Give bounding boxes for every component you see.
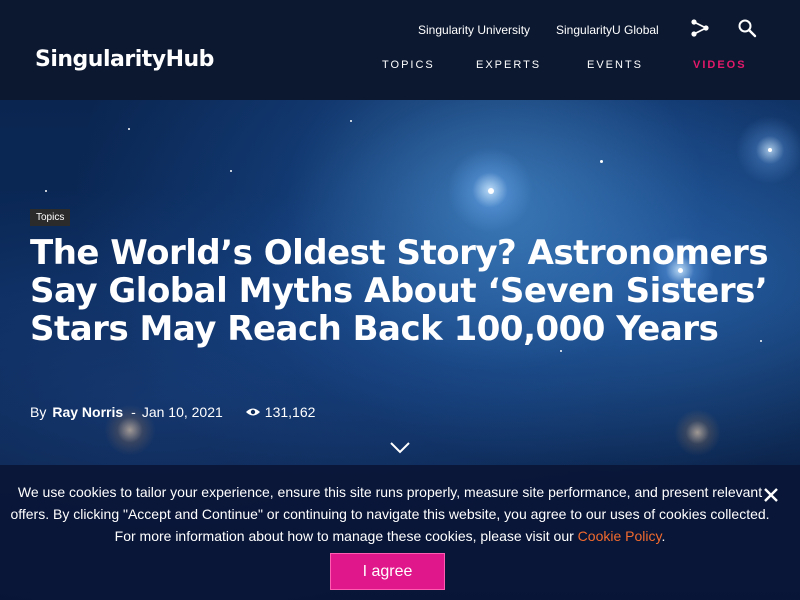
article-title: The World’s Oldest Story? Astronomers Sa… [30,233,769,349]
share-icon[interactable] [690,18,710,38]
singularity-university-link[interactable]: Singularity University [418,23,530,37]
search-icon[interactable] [737,18,757,38]
star [45,190,47,192]
author-link[interactable]: Ray Norris [52,404,123,420]
site-logo[interactable]: SingularityHub [35,47,214,72]
cookie-policy-link[interactable]: Cookie Policy [578,528,662,544]
category-tag[interactable]: Topics [30,209,71,226]
nav-topics[interactable]: TOPICS [382,59,435,71]
publish-date: Jan 10, 2021 [141,404,223,420]
cookie-banner: We use cookies to tailor your experience… [0,465,800,600]
star [560,350,562,352]
star [768,148,772,152]
cookie-message: We use cookies to tailor your experience… [10,481,770,547]
star [600,160,603,163]
agree-button[interactable]: I agree [330,553,445,590]
star [488,188,494,194]
by-label: By [30,404,47,420]
eye-icon [245,408,260,416]
nav-videos[interactable]: VIDEOS [693,59,747,71]
chevron-down-icon[interactable] [389,441,411,455]
meta-separator: - [131,404,136,420]
star [230,170,232,172]
star-glow [730,110,800,190]
star-glow [670,405,725,460]
article-meta: By Ray Norris - Jan 10, 2021 131,162 [30,404,315,420]
singularityu-global-link[interactable]: SingularityU Global [556,23,659,37]
nav-experts[interactable]: EXPERTS [476,59,541,71]
site-header: SingularityHub Singularity University Si… [0,0,800,100]
view-count: 131,162 [264,404,316,420]
cookie-text-end: . [661,528,666,544]
star [350,120,352,122]
star [128,128,130,130]
nav-events[interactable]: EVENTS [587,59,643,71]
close-icon[interactable] [762,486,780,504]
